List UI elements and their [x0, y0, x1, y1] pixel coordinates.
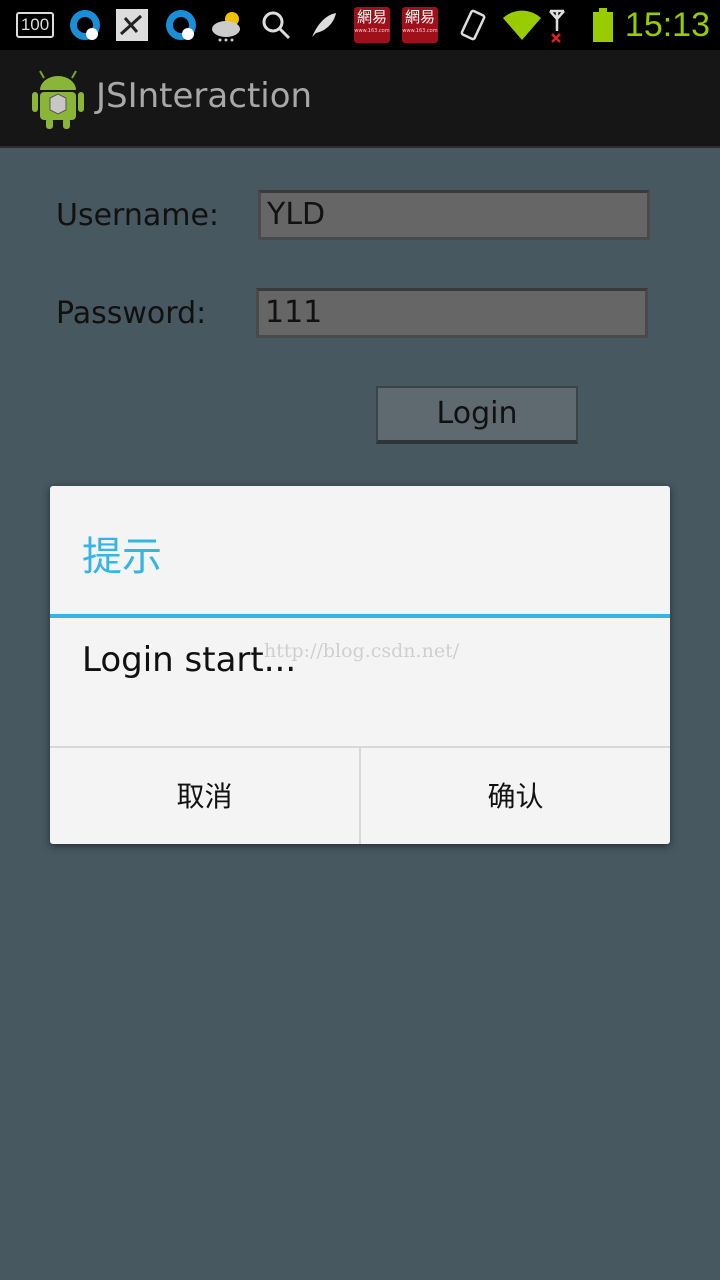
task-icon [114, 6, 150, 44]
weather-icon [208, 6, 248, 44]
vibrate-icon [456, 6, 490, 44]
password-field[interactable]: 111 [256, 288, 648, 338]
app-title: JSInteraction [96, 76, 313, 116]
dialog-title: 提示 [82, 534, 162, 580]
netease-icon: 網易 www.163.com [402, 6, 438, 44]
dialog-title-divider [50, 614, 670, 618]
login-button[interactable]: Login [376, 386, 578, 444]
notification-badge-icon: 100 [14, 6, 56, 44]
cancel-button[interactable]: 取消 [50, 748, 361, 844]
alert-dialog: 提示 Login start... http://blog.csdn.net/ … [50, 486, 670, 844]
username-label: Username: [56, 198, 220, 233]
signal-icon [546, 6, 568, 44]
confirm-button[interactable]: 确认 [361, 748, 670, 844]
status-time: 15:13 [624, 6, 710, 44]
dialog-button-bar: 取消 确认 [50, 746, 670, 844]
action-bar: JSInteraction [0, 50, 720, 148]
search-icon [258, 6, 294, 44]
qq-icon [66, 6, 104, 44]
password-label: Password: [56, 296, 207, 331]
android-app-icon [30, 68, 86, 130]
wifi-icon [500, 6, 544, 44]
watermark-text: http://blog.csdn.net/ [264, 640, 460, 662]
qq-icon [162, 6, 200, 44]
status-bar: 100 網易 www.163.com 網易 www.163.com 15:13 [0, 0, 720, 50]
battery-icon [590, 6, 616, 44]
feather-icon [306, 6, 342, 44]
username-field[interactable]: YLD [258, 190, 650, 240]
netease-icon: 網易 www.163.com [354, 6, 390, 44]
